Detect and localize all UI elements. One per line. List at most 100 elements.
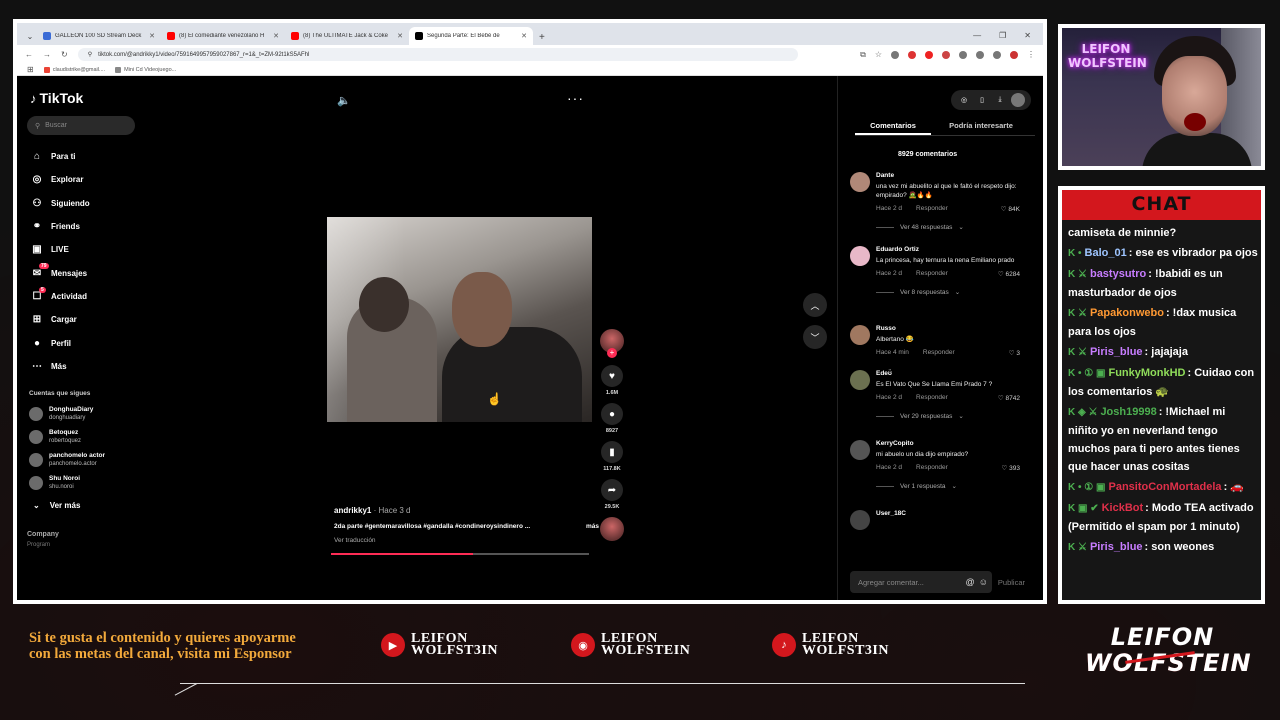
bookmark-button[interactable]: ▮ 117.8K — [599, 441, 625, 472]
nav-item-explorar[interactable]: ◎ Explorar — [27, 168, 137, 191]
footer-program-link[interactable]: Program — [27, 542, 137, 548]
sound-disc-icon[interactable] — [600, 517, 624, 541]
following-item[interactable]: panchomelo actor panchomelo.actor — [27, 449, 137, 472]
comment-like[interactable]: ♡ 84K — [1001, 205, 1020, 213]
nav-item-friends[interactable]: ⚭ Friends — [27, 215, 137, 238]
tab-comments[interactable]: Comentarios — [855, 119, 931, 135]
emoji-icon[interactable]: ☺ — [979, 577, 988, 587]
puzzle-extensions-icon[interactable] — [976, 50, 984, 59]
view-replies-button[interactable]: Ver 29 respuestas ⌄ — [876, 412, 1020, 421]
video-progress-bar[interactable] — [331, 553, 589, 555]
search-input[interactable]: ⚲ Buscar — [27, 116, 135, 135]
video-author[interactable]: andrikky1 · Hace 3 d — [334, 506, 411, 515]
avatar[interactable] — [850, 440, 870, 460]
close-tab-icon[interactable]: ✕ — [397, 32, 403, 40]
view-replies-button[interactable]: Ver 8 respuestas ⌄ — [876, 288, 1020, 297]
heart-icon[interactable]: ♥ — [601, 365, 623, 387]
close-window-icon[interactable]: ✕ — [1024, 31, 1031, 40]
reply-button[interactable]: Responder — [916, 394, 948, 402]
comment-icon[interactable]: ● — [601, 403, 623, 425]
see-more-button[interactable]: ⌄ Ver más — [27, 497, 137, 515]
nav-item-más[interactable]: ⋯ Más — [27, 355, 137, 378]
heart-button[interactable]: ♥ 1.6M — [599, 365, 625, 396]
share-button[interactable]: ➦ 29.5K — [599, 479, 625, 510]
following-item[interactable]: Betoquez robertoquez — [27, 426, 137, 449]
mention-icon[interactable]: @ — [966, 577, 975, 587]
previous-video-button[interactable]: ︿ — [803, 293, 827, 317]
reply-button[interactable]: Responder — [916, 270, 948, 278]
close-tab-icon[interactable]: ✕ — [273, 32, 279, 40]
maximize-icon[interactable]: ❐ — [999, 31, 1006, 40]
avatar[interactable] — [850, 370, 870, 390]
avatar[interactable] — [850, 172, 870, 192]
heart-outline-icon[interactable]: ♡ — [1002, 465, 1010, 472]
minimize-icon[interactable]: — — [973, 31, 981, 40]
nav-item-live[interactable]: ▣ LIVE — [27, 238, 137, 261]
bookmark-star-icon[interactable]: ☆ — [875, 50, 882, 59]
bookmark-item[interactable]: claudistrike@gmail.... — [43, 66, 105, 73]
heart-outline-icon[interactable]: ♡ — [998, 395, 1006, 402]
reply-button[interactable]: Responder — [916, 464, 948, 472]
opera-extension-icon[interactable] — [925, 50, 933, 59]
avatar[interactable] — [850, 510, 870, 530]
browser-tab[interactable]: (8) El comediante venezolano H ✕ — [161, 27, 285, 45]
view-replies-button[interactable]: Ver 1 respuesta ⌄ — [876, 482, 1020, 491]
following-item[interactable]: Shu Noroi shu.noroi — [27, 472, 137, 495]
browser-menu-icon[interactable]: ⋮ — [1027, 50, 1035, 59]
publish-button[interactable]: Publicar — [998, 578, 1025, 587]
avatar[interactable] — [850, 325, 870, 345]
phone-icon[interactable]: ▯ — [975, 96, 989, 104]
heart-outline-icon[interactable]: ♡ — [998, 271, 1006, 278]
comment-author[interactable]: Eduardo Ortiz — [876, 246, 1020, 253]
tiktok-logo[interactable]: ♪ TikTok — [30, 90, 137, 106]
extension-icon[interactable] — [959, 50, 967, 59]
nav-item-cargar[interactable]: ⊞ Cargar — [27, 308, 137, 331]
profile-avatar-icon[interactable] — [1010, 50, 1018, 59]
close-tab-icon[interactable]: ✕ — [521, 32, 527, 40]
cast-icon[interactable]: ⧉ — [860, 50, 866, 60]
tab-might-interest[interactable]: Podría interesarte — [931, 119, 1031, 135]
user-avatar[interactable] — [1011, 93, 1025, 107]
close-tab-icon[interactable]: ✕ — [149, 32, 155, 40]
comment-input[interactable]: Agregar comentar... @ ☺ — [850, 571, 992, 593]
bookmark-icon[interactable]: ▮ — [601, 441, 623, 463]
comment-author[interactable]: Dante — [876, 172, 1020, 179]
browser-tab[interactable]: GALLEON 100 SD Stream Deck ✕ — [37, 27, 161, 45]
comment-author[interactable]: Russo — [876, 325, 1020, 332]
comment-like[interactable]: ♡ 8742 — [998, 394, 1020, 402]
browser-tab-active[interactable]: Segunda Parte: El Bebé de ✕ — [409, 27, 533, 45]
browser-tab[interactable]: (8) The ULTIMATE Jack & Coke ✕ — [285, 27, 409, 45]
volume-icon[interactable]: 🔈 — [337, 94, 351, 107]
extension-icon[interactable] — [891, 50, 899, 59]
nav-item-para-ti[interactable]: ⌂ Para ti — [27, 145, 137, 168]
comment-button[interactable]: ● 8927 — [599, 403, 625, 434]
forward-arrow-icon[interactable]: → — [43, 50, 51, 59]
next-video-button[interactable]: ﹀ — [803, 325, 827, 349]
reply-button[interactable]: Responder — [923, 349, 955, 357]
gmail-extension-icon[interactable] — [942, 50, 950, 59]
footer-company-link[interactable]: Company — [27, 531, 137, 538]
comment-like[interactable]: ♡ 6284 — [998, 270, 1020, 278]
avatar[interactable]: + — [600, 329, 624, 358]
new-tab-plus-icon[interactable]: + — [533, 32, 551, 45]
site-info-icon[interactable]: ⚲ — [88, 51, 92, 58]
nav-item-siguiendo[interactable]: ⚇ Siguiendo — [27, 192, 137, 215]
apps-grid-icon[interactable]: ⊞ — [27, 65, 34, 74]
url-field[interactable]: ⚲ tiktok.com/@andrikky1/video/7591649957… — [77, 48, 798, 61]
bookmark-item[interactable]: Mini Cd Videojuego... — [115, 66, 176, 73]
nav-item-mensajes[interactable]: ✉ 79 Mensajes — [27, 261, 137, 284]
translate-link[interactable]: Ver traducción — [334, 537, 376, 544]
comment-author[interactable]: KerryCopito — [876, 440, 1020, 447]
extension-icon[interactable] — [993, 50, 1001, 59]
sound-disc[interactable] — [599, 517, 625, 541]
comment-author[interactable]: User_18C — [876, 510, 1020, 517]
tab-list-chevron-icon[interactable]: ⌄ — [23, 27, 37, 45]
avatar[interactable] — [850, 246, 870, 266]
more-link[interactable]: más — [586, 523, 599, 530]
nav-item-perfil[interactable]: ● Perfil — [27, 331, 137, 354]
follow-plus-icon[interactable]: + — [607, 348, 617, 358]
comment-like[interactable]: ♡ 3 — [1009, 349, 1020, 357]
following-item[interactable]: DonghuaDiary donghuadiary — [27, 403, 137, 426]
nav-item-actividad[interactable]: ☐ 5 Actividad — [27, 285, 137, 308]
comment-author[interactable]: Edeʊ̈ — [876, 370, 1020, 377]
